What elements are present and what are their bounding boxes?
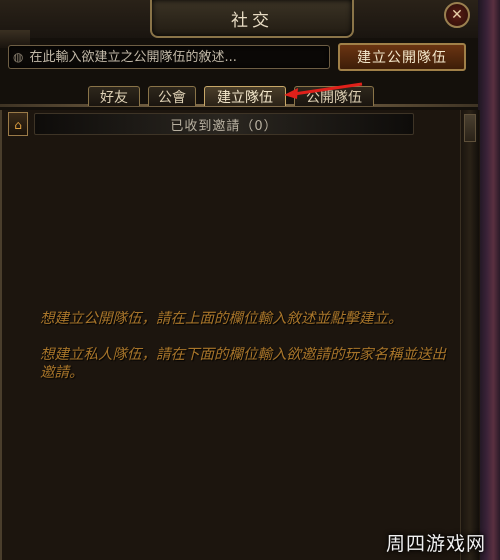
- public-party-hint: 想建立公開隊伍，請在上面的欄位輸入敘述並點擊建立。: [40, 311, 403, 327]
- search-field[interactable]: ◍: [8, 45, 330, 69]
- watermark: 周四游戏网: [385, 533, 486, 555]
- tab-guild[interactable]: 公會: [148, 86, 196, 106]
- globe-icon: ◍: [13, 50, 24, 64]
- invitations-received-bar[interactable]: 已收到邀請（0）: [34, 113, 414, 135]
- window-title: 社交: [150, 0, 354, 38]
- background-art: [478, 0, 500, 560]
- search-row: ◍ 建立公開隊伍: [0, 42, 478, 74]
- private-party-hint: 想建立私人隊伍，請在下面的欄位輸入欲邀請的玩家名稱並送出邀請。: [40, 347, 446, 381]
- tab-strip: 好友 公會 建立隊伍 公開隊伍: [0, 84, 478, 108]
- content-panel: [0, 110, 480, 560]
- close-icon[interactable]: ✕: [444, 2, 470, 28]
- create-public-party-button[interactable]: 建立公開隊伍: [338, 43, 466, 71]
- tab-public-party[interactable]: 公開隊伍: [294, 86, 374, 106]
- tab-create-party[interactable]: 建立隊伍: [204, 86, 286, 106]
- search-input[interactable]: [27, 48, 329, 66]
- tab-friends[interactable]: 好友: [88, 86, 140, 106]
- scrollbar[interactable]: [460, 110, 479, 560]
- scrollbar-thumb[interactable]: [464, 114, 476, 142]
- party-leader-icon[interactable]: ⌂: [8, 112, 28, 136]
